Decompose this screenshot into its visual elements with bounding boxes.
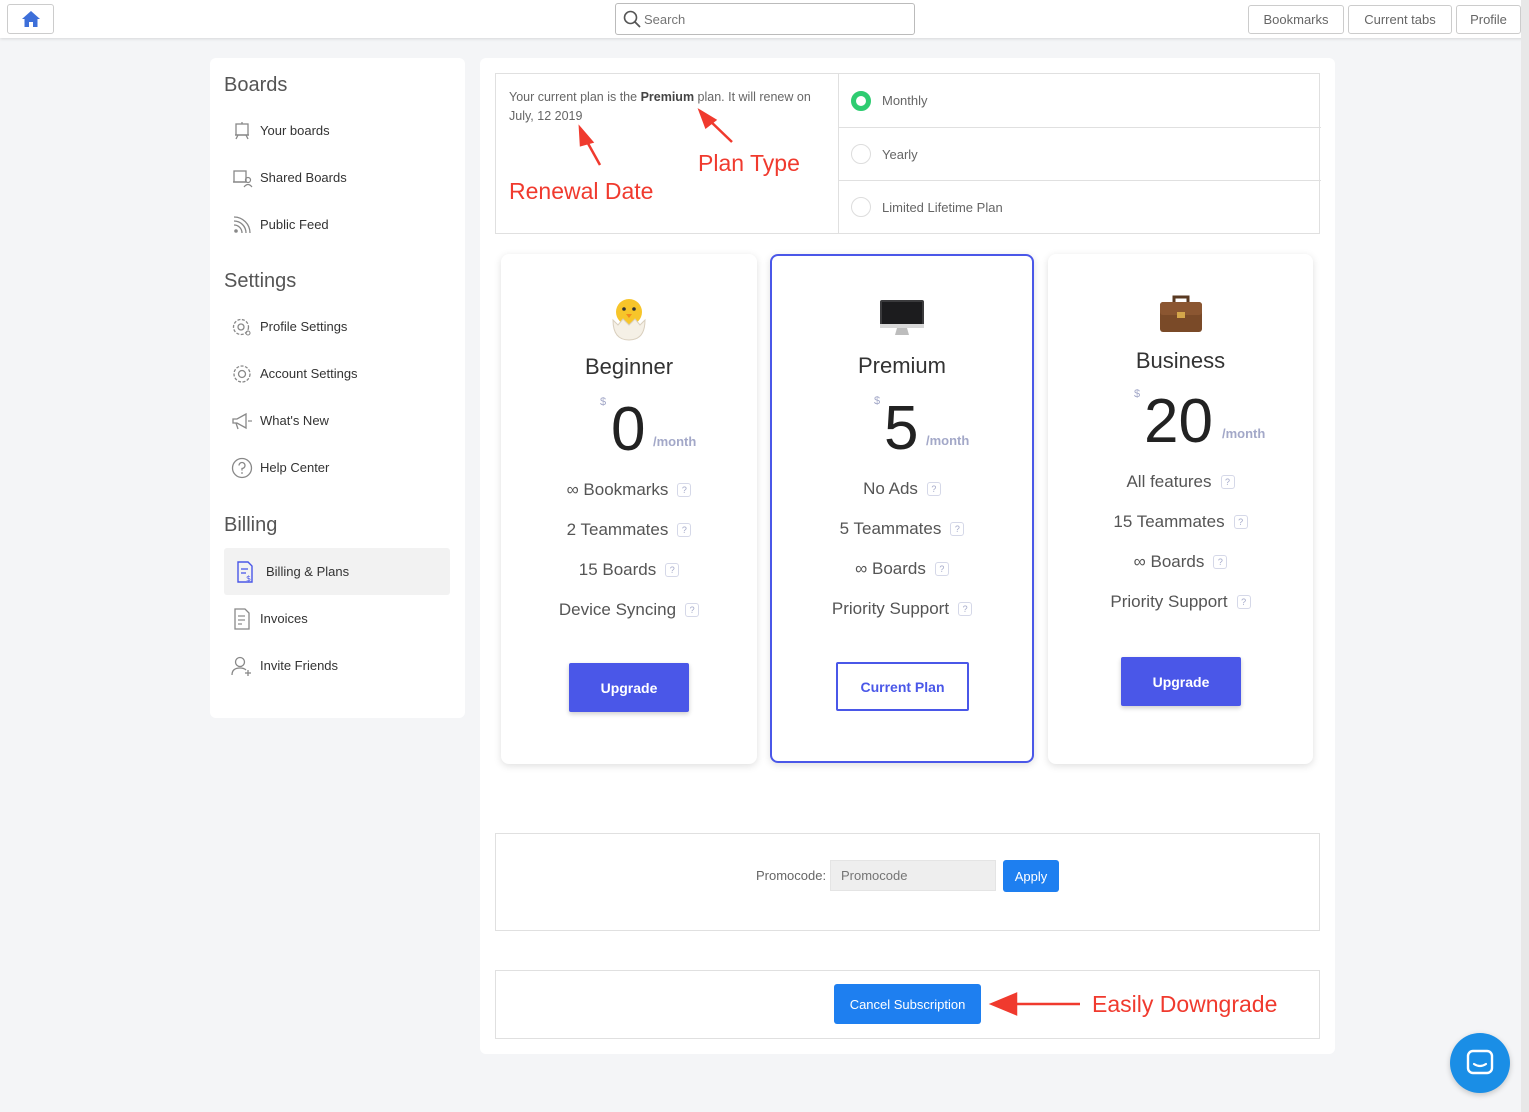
chat-icon xyxy=(1466,1049,1494,1075)
annotation-plan-type: Plan Type xyxy=(698,150,800,176)
window-edge xyxy=(1521,0,1529,1112)
annotation-renewal-date: Renewal Date xyxy=(509,178,654,204)
chat-launcher-button[interactable] xyxy=(1450,1033,1510,1093)
annotation-downgrade: Easily Downgrade xyxy=(1092,991,1278,1017)
